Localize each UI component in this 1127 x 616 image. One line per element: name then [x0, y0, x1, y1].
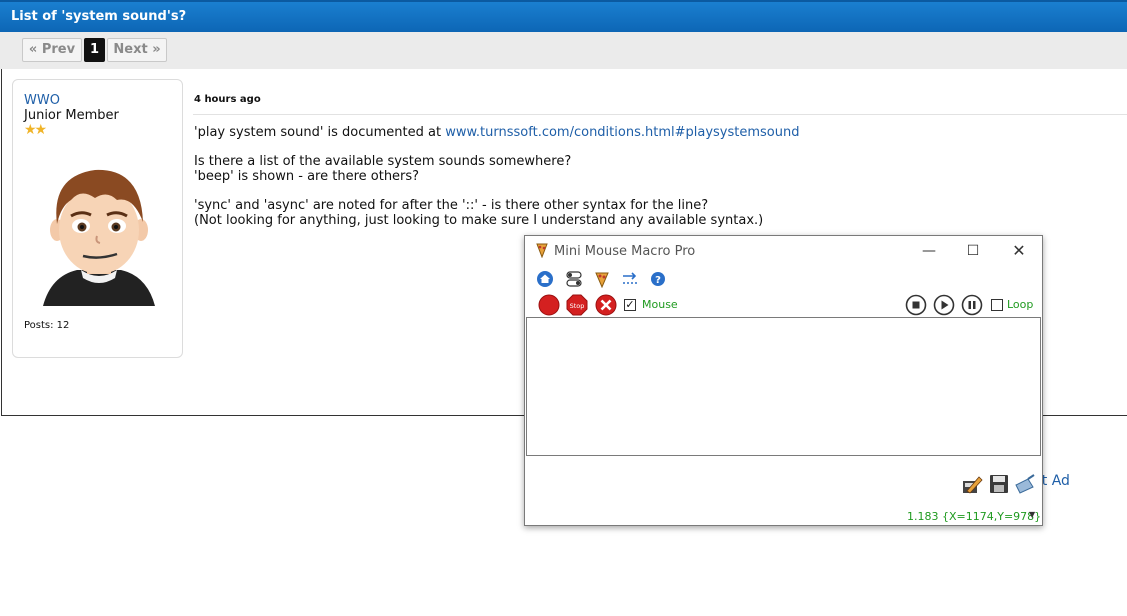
home-icon[interactable]	[536, 270, 554, 288]
post-line-4: 'sync' and 'async' are noted for after t…	[194, 198, 709, 213]
status-dropdown-icon[interactable]: ▼	[1029, 510, 1035, 519]
pause-icon[interactable]	[961, 294, 983, 316]
toggle-settings-icon[interactable]	[565, 270, 583, 288]
post-line-1-text: 'play system sound' is documented at	[194, 125, 446, 140]
stop-label: Stop	[570, 302, 585, 310]
prev-page-button[interactable]: « Prev	[22, 38, 82, 62]
pager-bar: « Prev 1 Next »	[0, 32, 1127, 69]
stop-icon[interactable]	[905, 294, 927, 316]
stop-sign-icon[interactable]: Stop	[566, 294, 588, 316]
play-icon[interactable]	[933, 294, 955, 316]
username-link[interactable]: WWO	[24, 93, 60, 108]
user-card: WWO Junior Member ★★ Posts: 12	[12, 79, 183, 358]
macro-logo-icon[interactable]	[593, 270, 611, 288]
avatar	[43, 169, 155, 306]
maximize-button[interactable]: ☐	[959, 240, 987, 262]
cancel-icon[interactable]	[595, 294, 617, 316]
clear-broom-icon[interactable]	[1014, 473, 1036, 495]
post-timestamp: 4 hours ago	[194, 94, 261, 105]
arrows-icon[interactable]	[621, 270, 639, 288]
svg-text:?: ?	[655, 275, 661, 286]
macro-toolbar-top: ?	[525, 268, 1042, 290]
loop-checkbox-label: Loop	[1007, 298, 1034, 311]
record-icon[interactable]	[538, 294, 560, 316]
post-divider	[193, 114, 1127, 115]
macro-window-title: Mini Mouse Macro Pro	[554, 244, 696, 259]
save-icon[interactable]	[988, 473, 1010, 495]
mouse-checkbox[interactable]: ✓	[624, 299, 636, 311]
post-line-2: Is there a list of the available system …	[194, 154, 572, 169]
conditions-doc-link[interactable]: www.turnssoft.com/conditions.html#playsy…	[445, 125, 799, 140]
post-line-5: (Not looking for anything, just looking …	[194, 213, 764, 228]
macro-toolbar-controls: Stop ✓ Mouse Loop	[525, 293, 1042, 317]
macro-log-area[interactable]	[526, 317, 1041, 456]
rank-stars-icon: ★★	[24, 122, 47, 138]
current-page-button[interactable]: 1	[84, 38, 105, 62]
minimize-button[interactable]: —	[915, 240, 943, 262]
macro-status-readout: 1.183 {X=1174,Y=978}	[907, 510, 1042, 523]
thread-header: List of 'system sound's?	[0, 0, 1127, 32]
loop-checkbox[interactable]	[991, 299, 1003, 311]
next-page-button[interactable]: Next »	[107, 38, 167, 62]
macro-window: Mini Mouse Macro Pro — ☐ ✕ ? Stop ✓ Mous…	[524, 235, 1043, 526]
user-post-count: Posts: 12	[24, 320, 70, 331]
thread-title: List of 'system sound's?	[11, 9, 187, 24]
close-button[interactable]: ✕	[1005, 240, 1033, 262]
mouse-macro-app-icon	[536, 243, 548, 258]
mouse-checkbox-label: Mouse	[642, 298, 678, 311]
post-paragraph-1: 'play system sound' is documented at www…	[194, 125, 799, 140]
macro-titlebar[interactable]: Mini Mouse Macro Pro — ☐ ✕	[525, 236, 1042, 266]
post-body: 'play system sound' is documented at www…	[194, 125, 799, 228]
help-icon[interactable]: ?	[649, 270, 667, 288]
edit-pencil-icon[interactable]	[961, 473, 983, 495]
user-role: Junior Member	[24, 108, 119, 123]
post-line-3: 'beep' is shown - are there others?	[194, 169, 420, 184]
